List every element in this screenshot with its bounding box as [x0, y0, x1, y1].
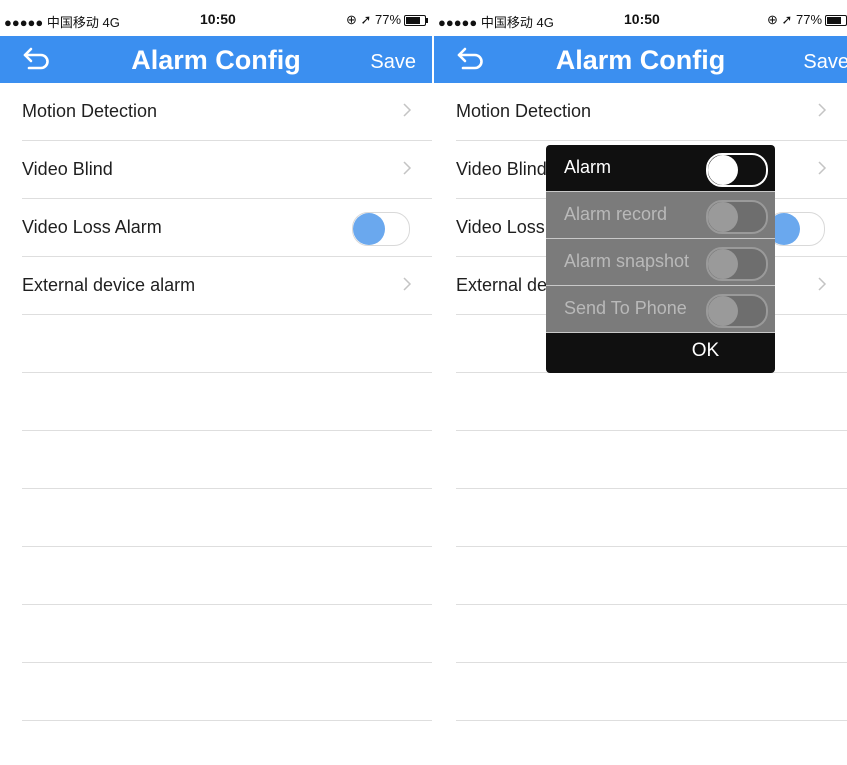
save-button[interactable]: Save	[370, 51, 416, 74]
nav-bar: Alarm Config Save	[0, 36, 432, 83]
chevron-right-icon	[818, 277, 827, 291]
toggle-knob	[708, 296, 738, 326]
save-button[interactable]: Save	[803, 51, 847, 74]
empty-row	[22, 431, 432, 489]
battery-fill	[827, 16, 841, 24]
dialog-row-alarm-record: Alarm record	[546, 192, 775, 239]
dialog-row-send-to-phone: Send To Phone	[546, 286, 775, 333]
battery-icon	[825, 14, 847, 26]
status-right: ⊕ ➚ 77%	[767, 12, 847, 28]
page-title: Alarm Config	[555, 45, 726, 75]
chevron-right-icon	[403, 103, 412, 117]
toggle-knob	[353, 213, 385, 245]
motion-detection-row[interactable]: Motion Detection	[456, 83, 847, 141]
status-indicators: ⊕ ➚ 77%	[345, 12, 401, 27]
motion-detection-label: Motion Detection	[456, 101, 592, 121]
empty-row	[456, 373, 847, 431]
phone-screen-right: ●●●●● 中国移动 4G 10:50 ⊕ ➚ 77% Alarm Config…	[434, 0, 847, 765]
video-blind-label: Video Blind	[22, 159, 113, 179]
external-device-alarm-row[interactable]: External device alarm	[22, 257, 432, 315]
alarm-record-label: Alarm record	[564, 204, 668, 224]
empty-row	[22, 315, 432, 373]
external-device-alarm-label: External device alarm	[22, 275, 196, 295]
status-right: ⊕ ➚ 77%	[345, 12, 428, 28]
ok-label: OK	[691, 340, 720, 361]
chevron-right-icon	[403, 277, 412, 291]
alarm-label: Alarm	[564, 157, 612, 177]
status-time: 10:50	[624, 11, 660, 27]
empty-row	[456, 663, 847, 721]
empty-row	[456, 547, 847, 605]
settings-list: Motion Detection Video Blind Video Loss …	[22, 83, 432, 721]
send-to-phone-toggle[interactable]	[706, 294, 768, 328]
chevron-right-icon	[818, 161, 827, 175]
battery-icon	[404, 14, 428, 26]
video-blind-label: Video Blind	[456, 159, 547, 179]
empty-row	[456, 489, 847, 547]
battery-fill	[406, 16, 420, 24]
toggle-knob	[708, 155, 738, 185]
alarm-options-dialog: Alarm Alarm record Alarm snapshot Send T…	[546, 145, 775, 373]
empty-row	[22, 489, 432, 547]
chevron-right-icon	[403, 161, 412, 175]
video-loss-alarm-row: Video Loss Alarm	[22, 199, 432, 257]
video-loss-alarm-toggle[interactable]	[767, 212, 825, 246]
empty-row	[22, 547, 432, 605]
video-loss-alarm-toggle[interactable]	[352, 212, 410, 246]
screenshot-pair: ●●●●● 中国移动 4G 10:50 ⊕ ➚ 77% Alarm Config…	[0, 0, 847, 765]
alarm-snapshot-toggle[interactable]	[706, 247, 768, 281]
dialog-row-alarm-snapshot: Alarm snapshot	[546, 239, 775, 286]
carrier-text: ●●●●● 中国移动 4G	[438, 15, 554, 30]
phone-screen-left: ●●●●● 中国移动 4G 10:50 ⊕ ➚ 77% Alarm Config…	[0, 0, 432, 765]
carrier-text: ●●●●● 中国移动 4G	[4, 15, 120, 30]
page-title: Alarm Config	[131, 45, 301, 75]
status-bar: ●●●●● 中国移动 4G 10:50 ⊕ ➚ 77%	[0, 0, 432, 36]
empty-row	[22, 373, 432, 431]
status-indicators: ⊕ ➚ 77%	[766, 12, 822, 27]
empty-row	[456, 431, 847, 489]
chevron-right-icon	[818, 103, 827, 117]
empty-row	[22, 663, 432, 721]
alarm-snapshot-label: Alarm snapshot	[564, 251, 690, 271]
motion-detection-label: Motion Detection	[22, 101, 158, 121]
status-time: 10:50	[200, 11, 236, 27]
video-blind-row[interactable]: Video Blind	[22, 141, 432, 199]
video-loss-alarm-label: Video Loss Alarm	[22, 217, 162, 237]
toggle-knob	[708, 249, 738, 279]
nav-bar: Alarm Config Save	[434, 36, 847, 83]
send-to-phone-label: Send To Phone	[564, 298, 687, 318]
alarm-record-toggle[interactable]	[706, 200, 768, 234]
status-bar: ●●●●● 中国移动 4G 10:50 ⊕ ➚ 77%	[434, 0, 847, 36]
ok-button[interactable]: OK	[546, 329, 775, 373]
motion-detection-row[interactable]: Motion Detection	[22, 83, 432, 141]
dialog-row-alarm: Alarm	[546, 145, 775, 192]
alarm-toggle[interactable]	[706, 153, 768, 187]
empty-row	[456, 605, 847, 663]
empty-row	[22, 605, 432, 663]
toggle-knob	[708, 202, 738, 232]
